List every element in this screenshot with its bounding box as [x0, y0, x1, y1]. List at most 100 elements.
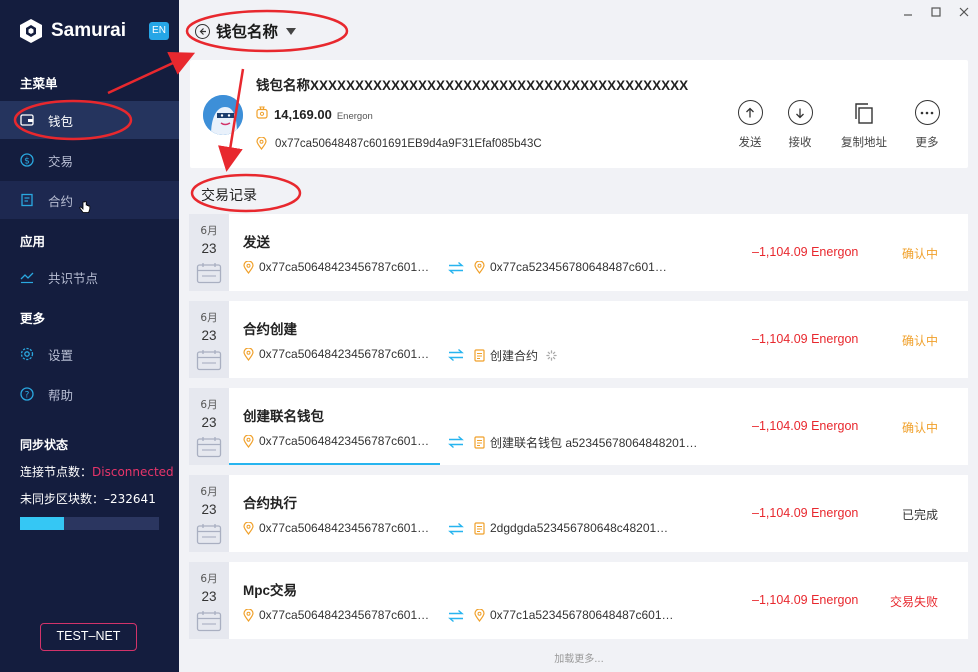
tx-title: 合约执行 [243, 496, 297, 511]
transfer-arrows-icon [448, 435, 464, 449]
sidebar-item-label: 合约 [48, 193, 74, 209]
minimize-icon[interactable] [894, 0, 922, 24]
transaction-row[interactable]: 6月 23 合约执行 0x77ca50648423456787c601… 2dg… [189, 475, 968, 552]
more-label: 更多 [915, 135, 939, 149]
copy-address-label: 复制地址 [841, 135, 887, 149]
sidebar-item-label: 共识节点 [48, 270, 99, 286]
hand-cursor-icon [79, 201, 91, 213]
tx-status: 交易失败 [889, 595, 938, 609]
tx-from-address: 0x77ca50648423456787c601… [259, 521, 430, 535]
sync-block-value: –232641 [104, 492, 156, 506]
sidebar-item-label: 设置 [48, 347, 74, 363]
tx-month: 6月 [200, 312, 218, 324]
more-button[interactable]: 更多 [897, 100, 957, 150]
location-pin-icon [474, 260, 485, 274]
sync-node-count: 连接节点数：Disconnected [20, 463, 174, 480]
section-main-menu: 主菜单 [20, 76, 58, 91]
help-icon: ? [20, 387, 34, 401]
tx-month: 6月 [200, 399, 218, 411]
tx-month: 6月 [200, 225, 218, 237]
tx-status: 确认中 [901, 421, 938, 435]
node-icon [20, 270, 34, 284]
tx-date: 6月 23 [189, 475, 229, 552]
app-logo: Samurai [19, 18, 126, 44]
tx-to: 2dgdgda523456780648c48201… [474, 521, 668, 535]
more-icon [914, 100, 940, 125]
wallet-icon [20, 113, 34, 127]
tx-date: 6月 23 [189, 214, 229, 291]
tx-amount: –1,104.09 Energon [752, 506, 859, 520]
coin-bag-icon [256, 106, 268, 119]
tx-amount: –1,104.09 Energon [752, 593, 859, 607]
location-pin-icon [474, 608, 485, 622]
tx-to: 0x77ca523456780648487c601… [474, 260, 667, 274]
back-arrow-icon[interactable] [195, 23, 210, 39]
tx-status: 确认中 [901, 247, 938, 261]
send-label: 发送 [738, 135, 762, 149]
transfer-arrows-icon [448, 609, 464, 623]
tx-from: 0x77ca50648423456787c601… [243, 521, 429, 535]
calendar-icon [196, 524, 222, 545]
tx-from: 0x77ca50648423456787c601… [243, 347, 429, 361]
transfer-arrows-icon [448, 348, 464, 362]
network-badge[interactable]: TEST–NET [40, 623, 137, 651]
transaction-row[interactable]: 6月 23 创建联名钱包 0x77ca50648423456787c601… 创… [189, 388, 968, 465]
sidebar-item-label: 交易 [48, 153, 74, 169]
tx-status: 已完成 [901, 508, 938, 522]
sync-progress-fill [20, 517, 65, 530]
contract-doc-icon [474, 349, 485, 362]
tx-title: 创建联名钱包 [243, 409, 324, 424]
location-pin-icon [243, 434, 254, 448]
tx-amount: –1,104.09 Energon [752, 419, 859, 433]
receive-button[interactable]: 接收 [770, 100, 830, 150]
sidebar-item-label: 帮助 [48, 387, 74, 403]
location-pin-icon [243, 608, 254, 622]
tx-from-address: 0x77ca50648423456787c601… [259, 434, 430, 448]
tx-from-address: 0x77ca50648423456787c601… [259, 608, 430, 622]
calendar-icon [196, 611, 222, 632]
location-pin-icon [243, 347, 254, 361]
sidebar-item-transactions[interactable]: $ 交易 [0, 141, 179, 179]
sidebar-item-contracts[interactable]: 合约 [0, 181, 179, 219]
tx-title: 合约创建 [243, 322, 297, 337]
sidebar-item-consensus-nodes[interactable]: 共识节点 [0, 258, 179, 296]
sync-node-label: 连接节点数： [20, 465, 93, 479]
svg-text:$: $ [24, 157, 30, 167]
language-switch-button[interactable]: EN [149, 22, 169, 40]
transaction-row[interactable]: 6月 23 合约创建 0x77ca50648423456787c601… 创建合… [189, 301, 968, 378]
tx-day: 23 [201, 589, 217, 604]
wallet-address-text[interactable]: 0x77ca50648487c601691EB9d4a9F31Efaf085b4… [275, 138, 542, 150]
sync-status-title: 同步状态 [20, 438, 69, 452]
load-more-link[interactable]: 加载更多... [0, 650, 978, 665]
samurai-logo-icon [20, 19, 42, 43]
sidebar-item-settings[interactable]: 设置 [0, 335, 179, 373]
tx-month: 6月 [200, 573, 218, 585]
location-pin-icon [256, 137, 267, 150]
transaction-row[interactable]: 6月 23 发送 0x77ca50648423456787c601… 0x77c… [189, 214, 968, 291]
maximize-icon[interactable] [922, 0, 950, 24]
window-controls [894, 0, 978, 24]
sidebar-item-help[interactable]: ? 帮助 [0, 375, 179, 413]
tx-from: 0x77ca50648423456787c601… [243, 434, 429, 448]
wallet-selector-title[interactable]: 钱包名称 [216, 20, 278, 42]
tx-day: 23 [201, 502, 217, 517]
tx-to-text: 0x77ca523456780648487c601… [490, 260, 667, 274]
section-more: 更多 [20, 311, 46, 326]
location-pin-icon [243, 260, 254, 274]
tx-from: 0x77ca50648423456787c601… [243, 608, 429, 622]
calendar-icon [196, 263, 222, 284]
tx-from-address: 0x77ca50648423456787c601… [259, 347, 430, 361]
tx-to-text: 创建联名钱包 a52345678064848201… [490, 436, 698, 450]
tx-from: 0x77ca50648423456787c601… [243, 260, 429, 274]
tx-title: Mpc交易 [243, 583, 297, 598]
sidebar-item-wallet[interactable]: 钱包 [0, 101, 179, 139]
close-icon[interactable] [950, 0, 978, 24]
tx-to: 0x77c1a523456780648487c601… [474, 608, 674, 622]
tx-date: 6月 23 [189, 562, 229, 639]
transaction-row[interactable]: 6月 23 Mpc交易 0x77ca50648423456787c601… 0x… [189, 562, 968, 639]
wallet-card: 钱包名称XXXXXXXXXXXXXXXXXXXXXXXXXXXXXXXXXXXX… [190, 60, 968, 168]
copy-address-button[interactable]: 复制地址 [834, 100, 894, 150]
tx-to: 创建合约 [474, 347, 557, 364]
tx-to-text: 2dgdgda523456780648c48201… [490, 521, 669, 535]
caret-down-icon[interactable] [286, 27, 297, 35]
